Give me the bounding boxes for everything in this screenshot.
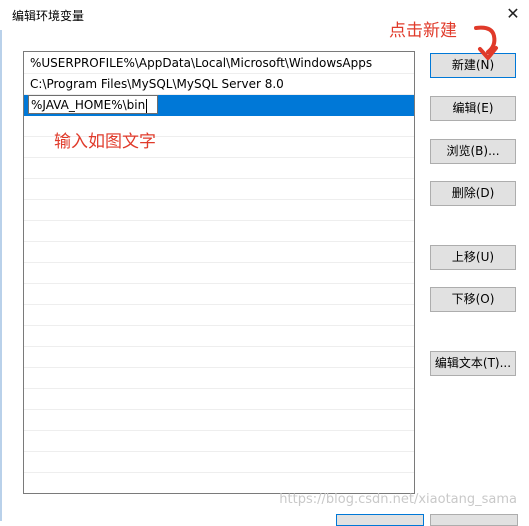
path-edit-input[interactable]: %JAVA_HOME%\bin — [28, 95, 158, 114]
list-item[interactable] — [24, 452, 414, 473]
delete-button[interactable]: 删除(D) — [430, 181, 516, 206]
list-item[interactable] — [24, 179, 414, 200]
path-list[interactable]: %USERPROFILE%\AppData\Local\Microsoft\Wi… — [23, 51, 415, 494]
move-down-button[interactable]: 下移(O) — [430, 287, 516, 312]
window-border — [0, 30, 2, 521]
list-item-selected[interactable]: %JAVA_HOME%\bin — [24, 95, 414, 116]
list-item-text: C:\Program Files\MySQL\MySQL Server 8.0 — [30, 77, 284, 91]
annotation-click-new: 点击新建 — [389, 21, 457, 41]
list-item[interactable] — [24, 305, 414, 326]
list-item[interactable]: C:\Program Files\MySQL\MySQL Server 8.0 — [24, 74, 414, 95]
arrow-icon — [474, 25, 498, 60]
list-item[interactable]: %USERPROFILE%\AppData\Local\Microsoft\Wi… — [24, 53, 414, 74]
list-item-text: %USERPROFILE%\AppData\Local\Microsoft\Wi… — [30, 56, 373, 70]
list-item[interactable] — [24, 347, 414, 368]
list-item[interactable] — [24, 368, 414, 389]
list-item[interactable] — [24, 284, 414, 305]
ok-button-partial[interactable] — [336, 514, 424, 526]
list-item[interactable] — [24, 242, 414, 263]
browse-button[interactable]: 浏览(B)... — [430, 139, 516, 164]
edit-text-button[interactable]: 编辑文本(T)... — [430, 351, 516, 376]
cancel-button-partial[interactable] — [430, 514, 518, 526]
list-item[interactable] — [24, 389, 414, 410]
list-item[interactable] — [24, 200, 414, 221]
list-item[interactable] — [24, 221, 414, 242]
list-item[interactable] — [24, 473, 414, 493]
list-item[interactable] — [24, 410, 414, 431]
edit-button[interactable]: 编辑(E) — [430, 96, 516, 121]
list-item[interactable] — [24, 158, 414, 179]
window-title: 编辑环境变量 — [12, 9, 85, 23]
annotation-input-hint: 输入如图文字 — [54, 132, 156, 152]
list-item[interactable] — [24, 431, 414, 452]
text-caret — [146, 98, 148, 113]
path-edit-value: %JAVA_HOME%\bin — [31, 98, 146, 112]
watermark: https://blog.csdn.net/xiaotang_sama — [279, 492, 517, 507]
list-item[interactable] — [24, 263, 414, 284]
list-item[interactable] — [24, 326, 414, 347]
move-up-button[interactable]: 上移(U) — [430, 245, 516, 270]
